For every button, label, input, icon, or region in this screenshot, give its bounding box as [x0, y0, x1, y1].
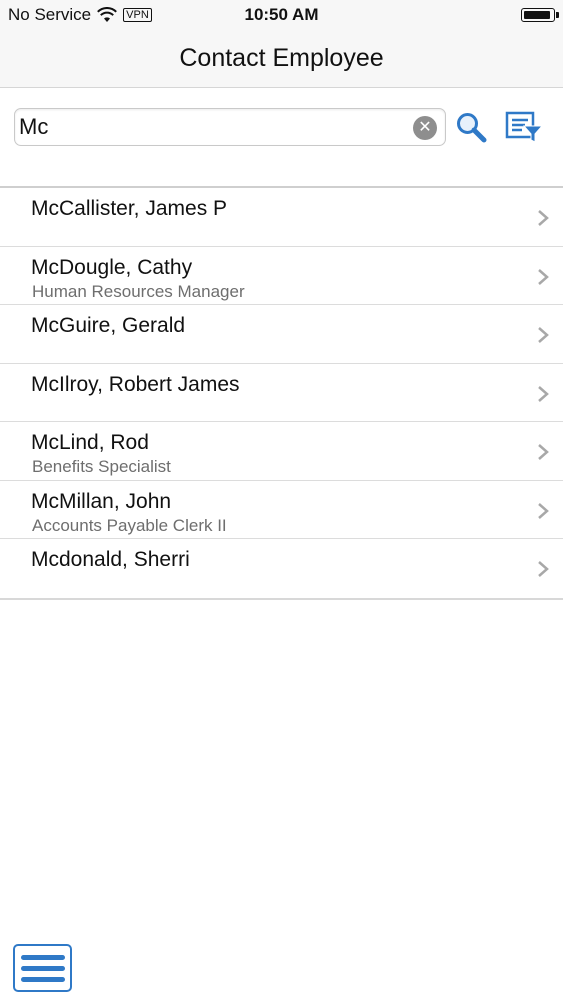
search-button[interactable] [454, 108, 488, 146]
employee-list: McCallister, James P McDougle, Cathy Hum… [0, 186, 563, 600]
list-item[interactable]: McLind, Rod Benefits Specialist [0, 422, 563, 481]
employee-name: Mcdonald, Sherri [31, 548, 190, 571]
filter-icon [505, 111, 543, 143]
employee-title: Human Resources Manager [32, 281, 245, 301]
employee-name: McCallister, James P [31, 197, 228, 220]
search-row: ✕ [0, 88, 563, 186]
search-icon [457, 113, 487, 143]
chevron-right-icon [538, 268, 549, 285]
list-item[interactable]: McMillan, John Accounts Payable Clerk II [0, 481, 563, 539]
employee-title: Accounts Payable Clerk II [32, 515, 227, 535]
list-item[interactable]: McDougle, Cathy Human Resources Manager [0, 247, 563, 305]
list-item[interactable]: McCallister, James P [0, 188, 563, 247]
employee-title: Benefits Specialist [32, 457, 171, 476]
menu-button[interactable] [13, 944, 72, 992]
filter-button[interactable] [505, 108, 543, 146]
page-title: Contact Employee [179, 44, 384, 72]
chevron-right-icon [538, 385, 549, 402]
search-input[interactable] [19, 111, 409, 143]
battery-level [524, 11, 550, 19]
hamburger-menu-icon [20, 976, 65, 982]
chevron-right-icon [538, 502, 549, 519]
chevron-right-icon [538, 327, 549, 343]
employee-name: McIlroy, Robert James [31, 372, 240, 396]
employee-name: McGuire, Gerald [31, 314, 186, 337]
status-bar: No Service VPN 10:50 AM [0, 0, 563, 30]
hamburger-menu-icon [20, 965, 65, 971]
chevron-right-icon [538, 444, 549, 460]
status-time: 10:50 AM [244, 5, 319, 24]
employee-name: McLind, Rod [31, 431, 149, 454]
list-item[interactable]: McGuire, Gerald [0, 305, 563, 364]
search-box[interactable]: ✕ [14, 108, 446, 146]
list-item[interactable]: McIlroy, Robert James [0, 364, 563, 422]
battery-icon [521, 8, 559, 22]
clear-icon[interactable]: ✕ [413, 116, 437, 140]
list-item[interactable]: Mcdonald, Sherri [0, 539, 563, 598]
hamburger-menu-icon [20, 954, 65, 960]
chevron-right-icon [538, 561, 549, 577]
nav-header: Contact Employee [0, 30, 563, 88]
employee-name: McDougle, Cathy [31, 255, 193, 279]
employee-name: McMillan, John [31, 489, 172, 513]
chevron-right-icon [538, 210, 549, 226]
